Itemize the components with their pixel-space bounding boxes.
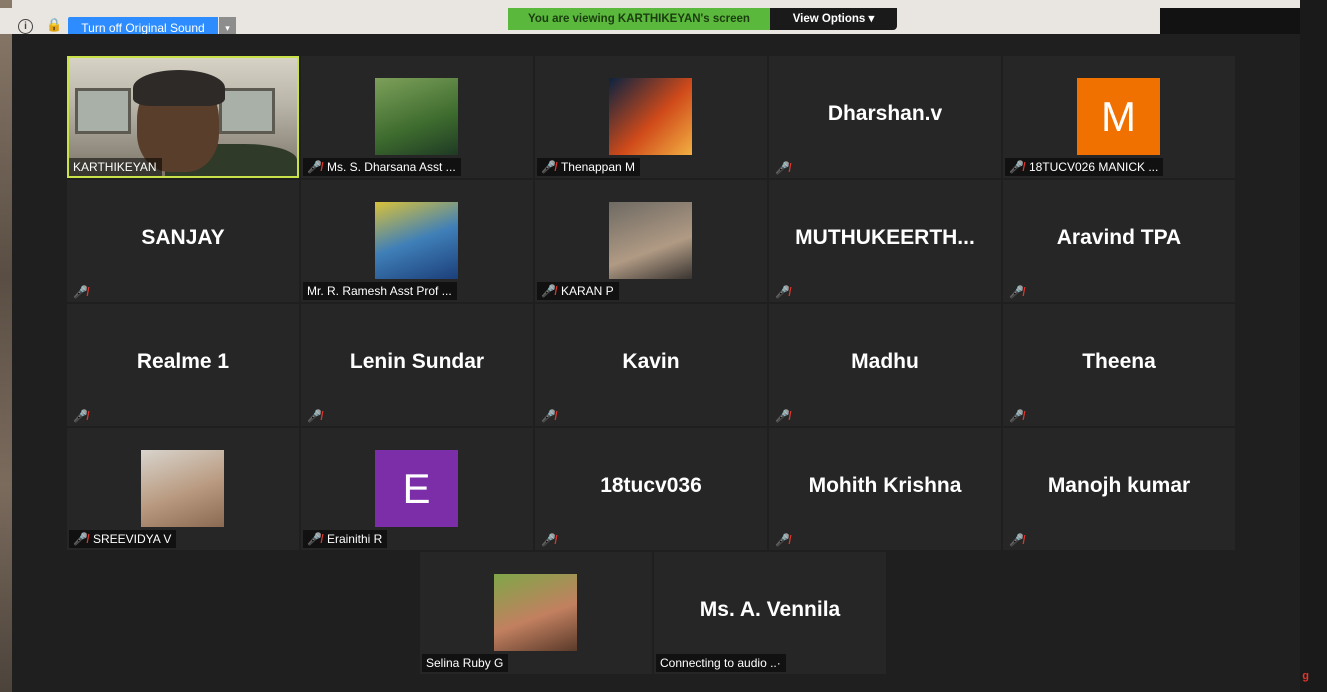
mic-muted-icon: 🎤̸	[307, 409, 322, 423]
mic-muted-icon: 🎤̸	[775, 161, 790, 175]
viewing-banner: You are viewing KARTHIKEYAN's screen	[508, 8, 770, 30]
participant-photo	[375, 78, 458, 155]
participant-photo	[141, 450, 224, 527]
participant-display-name: Kavin	[622, 350, 680, 373]
participant-name-label: 🎤̸ 18TUCV026 MANICK ...	[1005, 158, 1164, 176]
background-strip	[0, 0, 1327, 8]
participant-name-label: Connecting to audio ..·	[656, 654, 786, 672]
mic-muted-icon: 🎤̸	[775, 533, 790, 547]
participant-name: KARAN P	[560, 284, 614, 298]
participant-tile[interactable]: Madhu 🎤̸	[769, 304, 1001, 426]
mic-muted-icon: 🎤̸	[1009, 533, 1024, 547]
mic-muted-icon: 🎤̸	[1009, 409, 1024, 423]
view-options-label: View Options	[792, 13, 866, 25]
participant-photo	[375, 202, 458, 279]
participant-name-label: 🎤̸ SREEVIDYA V	[69, 530, 177, 548]
mic-muted-icon: 🎤̸	[307, 160, 322, 174]
toolbar-dark-area	[1160, 8, 1300, 34]
participant-tile[interactable]: Theena 🎤̸	[1003, 304, 1235, 426]
participant-display-name: Madhu	[851, 350, 919, 373]
participant-tile[interactable]: 🎤̸ Ms. S. Dharsana Asst ...	[301, 56, 533, 178]
participant-display-name: Manojh kumar	[1047, 474, 1191, 497]
participant-name-label: 🎤̸ KARAN P	[537, 282, 619, 300]
recording-indicator: g	[1302, 670, 1309, 682]
participant-tile[interactable]: E 🎤̸ Erainithi R	[301, 428, 533, 550]
participant-name-label: 🎤̸ Ms. S. Dharsana Asst ...	[303, 158, 461, 176]
participant-display-name: Aravind TPA	[1056, 226, 1182, 249]
chevron-down-icon: ▾	[868, 13, 875, 25]
participant-initial-avatar: M	[1077, 78, 1160, 155]
participant-initial-avatar: E	[375, 450, 458, 527]
mic-muted-icon: 🎤̸	[73, 409, 88, 423]
mic-muted-icon: 🎤̸	[541, 284, 556, 298]
mic-muted-icon: 🎤̸	[1009, 285, 1024, 299]
participant-name: 18TUCV026 MANICK ...	[1028, 160, 1159, 174]
participant-tile[interactable]: Kavin 🎤̸	[535, 304, 767, 426]
participant-display-name: Lenin Sundar	[349, 350, 485, 373]
view-options-button[interactable]: View Options ▾	[770, 8, 897, 30]
participant-name: Selina Ruby G	[426, 656, 504, 670]
participant-tile[interactable]: KARTHIKEYAN	[67, 56, 299, 178]
participant-name: SREEVIDYA V	[92, 532, 172, 546]
participant-tile[interactable]: Aravind TPA 🎤̸	[1003, 180, 1235, 302]
window-edge	[1300, 0, 1327, 692]
participant-name: Erainithi R	[326, 532, 383, 546]
lock-icon[interactable]: 🔒	[46, 17, 62, 33]
participant-display-name: Theena	[1082, 350, 1156, 373]
mic-muted-icon: 🎤̸	[73, 532, 88, 546]
mic-muted-icon: 🎤̸	[541, 533, 556, 547]
gallery-view: KARTHIKEYAN 🎤̸ Ms. S. Dharsana Asst ... 🎤̸ T…	[12, 34, 1300, 692]
participant-tile[interactable]: SANJAY 🎤̸	[67, 180, 299, 302]
participant-photo	[494, 574, 577, 651]
participant-tile[interactable]: Lenin Sundar 🎤̸	[301, 304, 533, 426]
participant-display-name: Realme 1	[136, 350, 230, 373]
participant-name: Mr. R. Ramesh Asst Prof ...	[307, 284, 452, 298]
mic-muted-icon: 🎤̸	[1009, 160, 1024, 174]
participant-name: Thenappan M	[560, 160, 636, 174]
participant-tile[interactable]: 🎤̸ KARAN P	[535, 180, 767, 302]
participant-name-label: KARTHIKEYAN	[69, 158, 162, 176]
mic-muted-icon: 🎤̸	[307, 532, 322, 546]
participant-name-label: Selina Ruby G	[422, 654, 509, 672]
participant-tile[interactable]: 🎤̸ SREEVIDYA V	[67, 428, 299, 550]
participant-display-name: 18tucv036	[600, 474, 702, 497]
participant-tile[interactable]: Dharshan.v 🎤̸	[769, 56, 1001, 178]
participant-name: Connecting to audio ..·	[660, 656, 781, 670]
participant-name-label: 🎤̸ Thenappan M	[537, 158, 641, 176]
participant-display-name: Dharshan.v	[827, 102, 943, 125]
participant-name: Ms. S. Dharsana Asst ...	[326, 160, 456, 174]
participant-tile[interactable]: Manojh kumar 🎤̸	[1003, 428, 1235, 550]
mic-muted-icon: 🎤̸	[541, 160, 556, 174]
participant-tile[interactable]: Realme 1 🎤̸	[67, 304, 299, 426]
participant-display-name: MUTHUKEERTH...	[795, 226, 975, 249]
window-frame	[75, 88, 131, 134]
participant-photo	[609, 78, 692, 155]
participant-tile[interactable]: 18tucv036 🎤̸	[535, 428, 767, 550]
participant-name-label: Mr. R. Ramesh Asst Prof ...	[303, 282, 457, 300]
mic-muted-icon: 🎤̸	[775, 409, 790, 423]
participant-display-name: SANJAY	[141, 226, 225, 249]
info-icon[interactable]: i	[18, 19, 33, 34]
participant-photo	[609, 202, 692, 279]
mic-muted-icon: 🎤̸	[73, 285, 88, 299]
participant-tile[interactable]: M 🎤̸ 18TUCV026 MANICK ...	[1003, 56, 1235, 178]
participant-tile[interactable]: Mr. R. Ramesh Asst Prof ...	[301, 180, 533, 302]
participant-display-name: Ms. A. Vennila	[699, 598, 841, 621]
participant-name: KARTHIKEYAN	[73, 160, 157, 174]
window-frame	[219, 88, 275, 134]
participant-tile[interactable]: MUTHUKEERTH... 🎤̸	[769, 180, 1001, 302]
desktop-background	[0, 0, 12, 692]
participant-tile[interactable]: Selina Ruby G	[420, 552, 652, 674]
participant-name-label: 🎤̸ Erainithi R	[303, 530, 388, 548]
mic-muted-icon: 🎤̸	[775, 285, 790, 299]
participant-tile[interactable]: Mohith Krishna 🎤̸	[769, 428, 1001, 550]
participant-tile[interactable]: 🎤̸ Thenappan M	[535, 56, 767, 178]
participant-display-name: Mohith Krishna	[808, 474, 962, 497]
mic-muted-icon: 🎤̸	[541, 409, 556, 423]
video-figure-hair	[133, 70, 225, 106]
participant-tile[interactable]: Ms. A. Vennila Connecting to audio ..·	[654, 552, 886, 674]
